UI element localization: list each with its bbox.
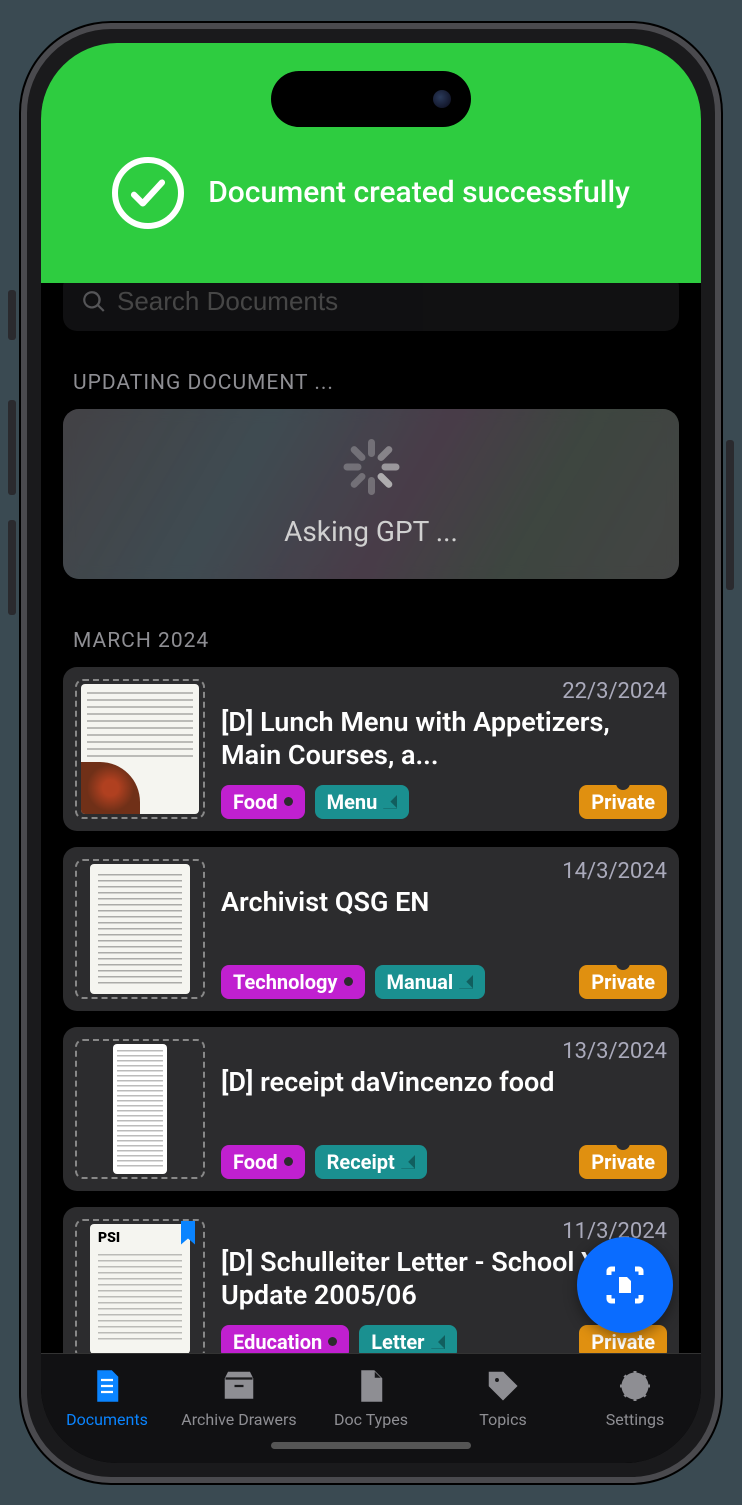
doctype-icon xyxy=(351,1366,391,1406)
search-icon xyxy=(81,289,107,315)
tag-privacy[interactable]: Private xyxy=(579,785,667,819)
updating-document-card[interactable]: Asking GPT ... xyxy=(63,409,679,579)
tab-label: Doc Types xyxy=(334,1410,408,1429)
tag-doctype[interactable]: Manual xyxy=(375,965,486,999)
spinner-icon xyxy=(343,439,399,495)
tab-label: Settings xyxy=(606,1410,664,1429)
volume-up-button xyxy=(8,400,16,495)
tag-doctype[interactable]: Receipt xyxy=(315,1145,427,1179)
document-fold-icon xyxy=(383,795,397,809)
document-thumbnail xyxy=(75,859,205,999)
document-fold-icon xyxy=(431,1335,445,1349)
search-input[interactable] xyxy=(117,286,661,317)
document-icon xyxy=(87,1366,127,1406)
dynamic-island xyxy=(271,71,471,127)
checkmark-circle-icon xyxy=(112,157,184,229)
tab-doc-types[interactable]: Doc Types xyxy=(305,1366,437,1429)
document-date: 22/3/2024 xyxy=(221,679,667,704)
document-title: [D] Lunch Menu with Appetizers, Main Cou… xyxy=(221,706,667,774)
document-card[interactable]: 13/3/2024 [D] receipt daVincenzo food Fo… xyxy=(63,1027,679,1191)
tag-icon xyxy=(483,1366,523,1406)
document-fold-icon xyxy=(401,1155,415,1169)
tag-privacy[interactable]: Private xyxy=(579,965,667,999)
tab-label: Archive Drawers xyxy=(181,1410,296,1429)
home-indicator[interactable] xyxy=(271,1442,471,1449)
volume-down-button xyxy=(8,520,16,615)
tab-label: Documents xyxy=(66,1410,148,1429)
tab-settings[interactable]: Settings xyxy=(569,1366,701,1429)
tab-archive-drawers[interactable]: Archive Drawers xyxy=(173,1366,305,1429)
document-title: [D] receipt daVincenzo food xyxy=(221,1066,667,1100)
tag-topic[interactable]: Education xyxy=(221,1325,349,1353)
document-title: Archivist QSG EN xyxy=(221,886,667,920)
tag-topic[interactable]: Food xyxy=(221,1145,305,1179)
tab-documents[interactable]: Documents xyxy=(41,1366,173,1429)
document-thumbnail xyxy=(75,679,205,819)
tag-privacy[interactable]: Private xyxy=(579,1145,667,1179)
power-button xyxy=(726,440,734,590)
gear-icon xyxy=(615,1366,655,1406)
main-content-scroll[interactable]: Updating Document ... Asking GPT ... xyxy=(41,253,701,1353)
updating-section-label: Updating Document ... xyxy=(73,371,669,395)
toast-message: Document created successfully xyxy=(208,175,630,210)
tag-topic[interactable]: Food xyxy=(221,785,305,819)
document-date: 14/3/2024 xyxy=(221,859,667,884)
month-section-label: March 2024 xyxy=(73,629,669,653)
document-date: 13/3/2024 xyxy=(221,1039,667,1064)
document-fold-icon xyxy=(459,975,473,989)
scan-document-fab[interactable] xyxy=(577,1237,673,1333)
tab-topics[interactable]: Topics xyxy=(437,1366,569,1429)
tab-label: Topics xyxy=(479,1410,526,1429)
document-card[interactable]: 14/3/2024 Archivist QSG EN Technology Ma… xyxy=(63,847,679,1011)
tag-doctype[interactable]: Letter xyxy=(359,1325,456,1353)
document-card[interactable]: 22/3/2024 [D] Lunch Menu with Appetizers… xyxy=(63,667,679,831)
document-thumbnail xyxy=(75,1039,205,1179)
document-date: 11/3/2024 xyxy=(221,1219,667,1244)
tag-doctype[interactable]: Menu xyxy=(315,785,410,819)
updating-status-text: Asking GPT ... xyxy=(284,515,458,548)
scan-document-icon xyxy=(601,1261,649,1309)
document-thumbnail xyxy=(75,1219,205,1353)
tag-topic[interactable]: Technology xyxy=(221,965,365,999)
archive-drawer-icon xyxy=(219,1366,259,1406)
mute-switch xyxy=(8,290,16,340)
